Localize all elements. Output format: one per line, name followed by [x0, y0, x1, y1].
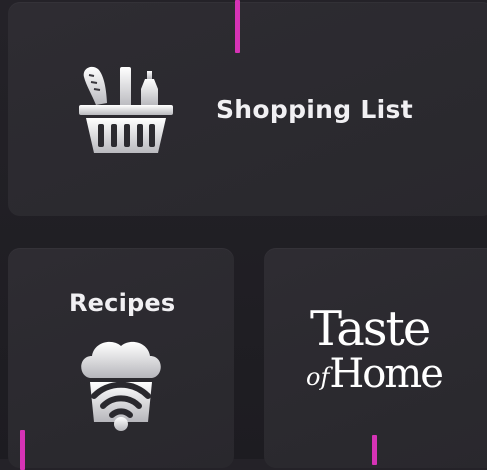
taste-of-home-logo: Taste ofHome	[304, 305, 454, 405]
logo-taste-text: Taste	[310, 301, 431, 357]
focus-accent-bar	[20, 430, 25, 470]
recipes-label: Recipes	[69, 289, 176, 317]
logo-of-text: of	[306, 363, 330, 391]
logo-of-home: ofHome	[306, 351, 444, 405]
shopping-list-label: Shopping List	[216, 95, 413, 124]
focus-accent-bar	[235, 0, 240, 53]
shopping-basket-icon	[79, 66, 173, 153]
chef-hat-wifi-icon	[81, 341, 161, 431]
focus-accent-bar	[372, 435, 377, 465]
logo-home-text: Home	[329, 351, 444, 397]
